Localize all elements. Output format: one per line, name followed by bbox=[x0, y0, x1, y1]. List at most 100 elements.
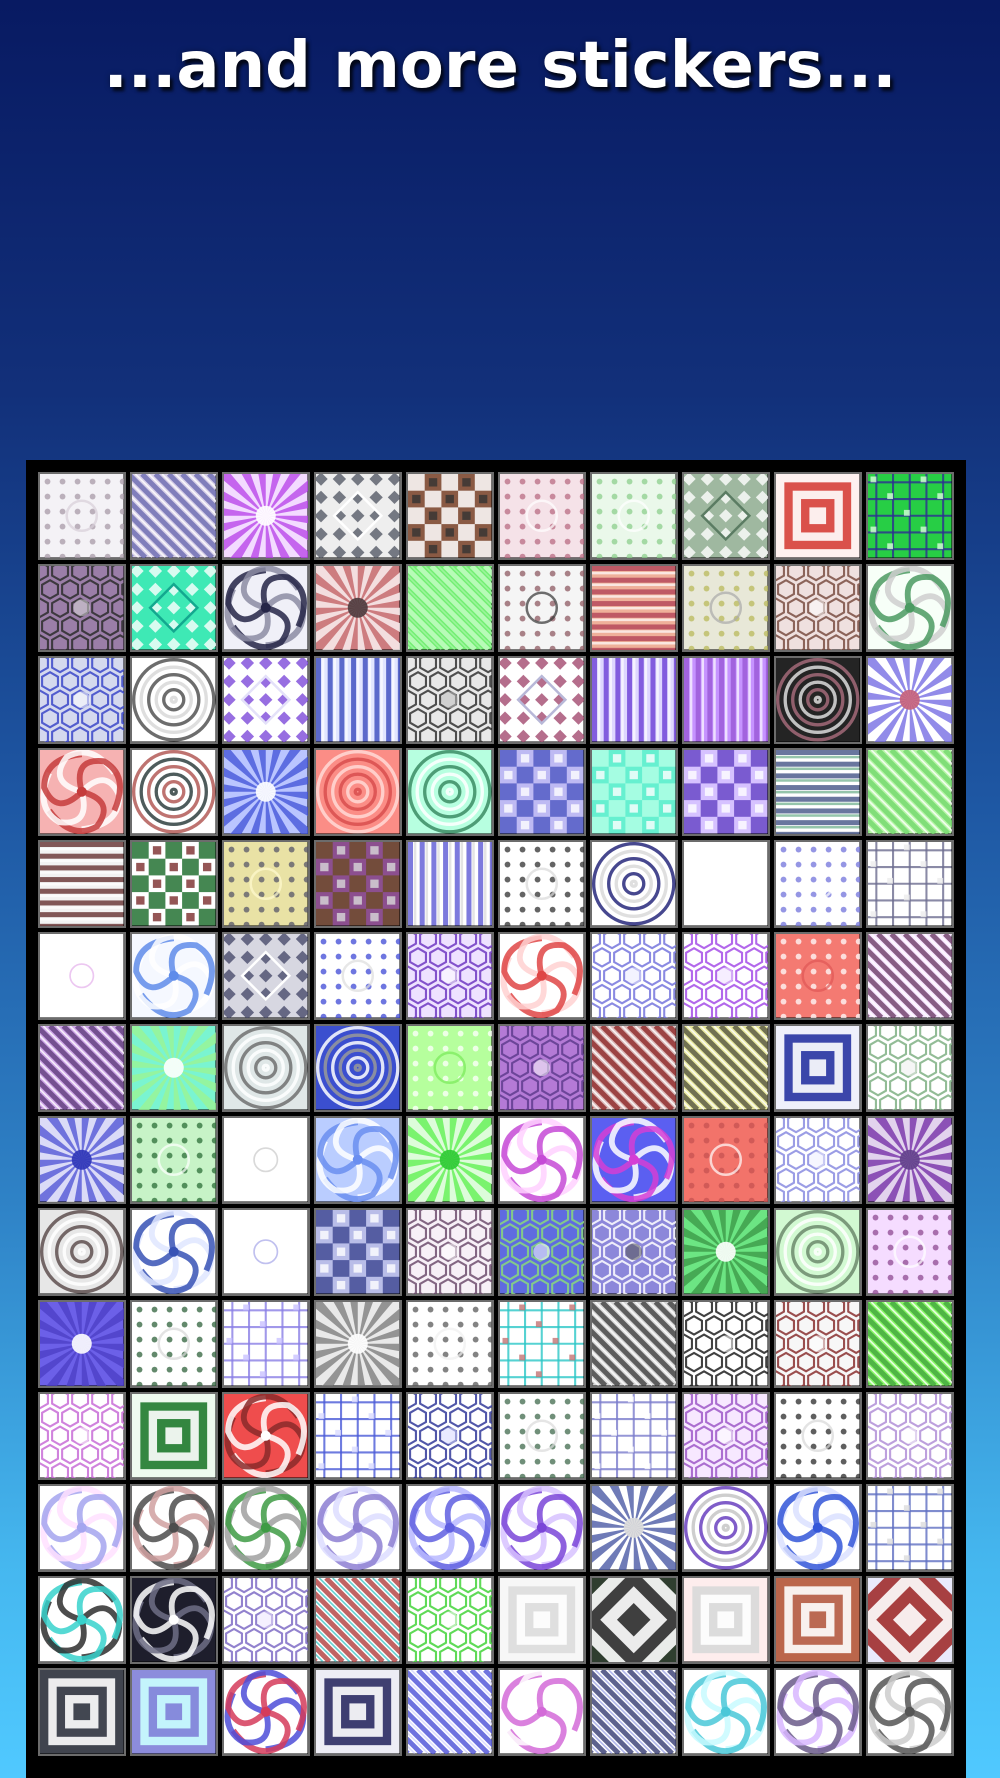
sticker-tile-134[interactable] bbox=[314, 1668, 402, 1756]
sticker-tile-73[interactable] bbox=[222, 1116, 310, 1204]
sticker-tile-67[interactable] bbox=[590, 1024, 678, 1112]
sticker-tile-127[interactable] bbox=[590, 1576, 678, 1664]
sticker-tile-59[interactable] bbox=[774, 932, 862, 1020]
sticker-tile-87[interactable] bbox=[590, 1208, 678, 1296]
sticker-tile-49[interactable] bbox=[774, 840, 862, 928]
sticker-tile-108[interactable] bbox=[682, 1392, 770, 1480]
sticker-tile-123[interactable] bbox=[222, 1576, 310, 1664]
sticker-tile-58[interactable] bbox=[682, 932, 770, 1020]
sticker-tile-126[interactable] bbox=[498, 1576, 586, 1664]
sticker-tile-7[interactable] bbox=[590, 472, 678, 560]
sticker-tile-46[interactable] bbox=[498, 840, 586, 928]
sticker-tile-3[interactable] bbox=[222, 472, 310, 560]
sticker-tile-81[interactable] bbox=[38, 1208, 126, 1296]
sticker-tile-15[interactable] bbox=[406, 564, 494, 652]
sticker-tile-30[interactable] bbox=[866, 656, 954, 744]
sticker-tile-105[interactable] bbox=[406, 1392, 494, 1480]
sticker-tile-62[interactable] bbox=[130, 1024, 218, 1112]
sticker-tile-64[interactable] bbox=[314, 1024, 402, 1112]
sticker-tile-139[interactable] bbox=[774, 1668, 862, 1756]
sticker-tile-113[interactable] bbox=[222, 1484, 310, 1572]
sticker-tile-35[interactable] bbox=[406, 748, 494, 836]
sticker-tile-6[interactable] bbox=[498, 472, 586, 560]
sticker-tile-69[interactable] bbox=[774, 1024, 862, 1112]
sticker-tile-83[interactable] bbox=[222, 1208, 310, 1296]
sticker-tile-89[interactable] bbox=[774, 1208, 862, 1296]
sticker-tile-94[interactable] bbox=[314, 1300, 402, 1388]
sticker-tile-116[interactable] bbox=[498, 1484, 586, 1572]
sticker-tile-88[interactable] bbox=[682, 1208, 770, 1296]
sticker-tile-140[interactable] bbox=[866, 1668, 954, 1756]
sticker-tile-24[interactable] bbox=[314, 656, 402, 744]
sticker-tile-5[interactable] bbox=[406, 472, 494, 560]
sticker-tile-57[interactable] bbox=[590, 932, 678, 1020]
sticker-tile-117[interactable] bbox=[590, 1484, 678, 1572]
sticker-tile-75[interactable] bbox=[406, 1116, 494, 1204]
sticker-tile-99[interactable] bbox=[774, 1300, 862, 1388]
sticker-tile-78[interactable] bbox=[682, 1116, 770, 1204]
sticker-tile-51[interactable] bbox=[38, 932, 126, 1020]
sticker-tile-130[interactable] bbox=[866, 1576, 954, 1664]
sticker-tile-27[interactable] bbox=[590, 656, 678, 744]
sticker-tile-29[interactable] bbox=[774, 656, 862, 744]
sticker-tile-20[interactable] bbox=[866, 564, 954, 652]
sticker-tile-66[interactable] bbox=[498, 1024, 586, 1112]
sticker-tile-97[interactable] bbox=[590, 1300, 678, 1388]
sticker-tile-9[interactable] bbox=[774, 472, 862, 560]
sticker-tile-14[interactable] bbox=[314, 564, 402, 652]
sticker-tile-106[interactable] bbox=[498, 1392, 586, 1480]
sticker-tile-17[interactable] bbox=[590, 564, 678, 652]
sticker-tile-41[interactable] bbox=[38, 840, 126, 928]
sticker-tile-45[interactable] bbox=[406, 840, 494, 928]
sticker-tile-102[interactable] bbox=[130, 1392, 218, 1480]
sticker-tile-50[interactable] bbox=[866, 840, 954, 928]
sticker-tile-77[interactable] bbox=[590, 1116, 678, 1204]
sticker-tile-136[interactable] bbox=[498, 1668, 586, 1756]
sticker-tile-11[interactable] bbox=[38, 564, 126, 652]
sticker-tile-8[interactable] bbox=[682, 472, 770, 560]
sticker-tile-137[interactable] bbox=[590, 1668, 678, 1756]
sticker-tile-124[interactable] bbox=[314, 1576, 402, 1664]
sticker-tile-71[interactable] bbox=[38, 1116, 126, 1204]
sticker-tile-2[interactable] bbox=[130, 472, 218, 560]
sticker-tile-131[interactable] bbox=[38, 1668, 126, 1756]
sticker-tile-114[interactable] bbox=[314, 1484, 402, 1572]
sticker-tile-115[interactable] bbox=[406, 1484, 494, 1572]
sticker-tile-61[interactable] bbox=[38, 1024, 126, 1112]
sticker-tile-112[interactable] bbox=[130, 1484, 218, 1572]
sticker-tile-56[interactable] bbox=[498, 932, 586, 1020]
sticker-tile-85[interactable] bbox=[406, 1208, 494, 1296]
sticker-tile-31[interactable] bbox=[38, 748, 126, 836]
sticker-tile-122[interactable] bbox=[130, 1576, 218, 1664]
sticker-tile-100[interactable] bbox=[866, 1300, 954, 1388]
sticker-tile-53[interactable] bbox=[222, 932, 310, 1020]
sticker-tile-79[interactable] bbox=[774, 1116, 862, 1204]
sticker-tile-101[interactable] bbox=[38, 1392, 126, 1480]
sticker-tile-21[interactable] bbox=[38, 656, 126, 744]
sticker-tile-28[interactable] bbox=[682, 656, 770, 744]
sticker-tile-96[interactable] bbox=[498, 1300, 586, 1388]
sticker-tile-120[interactable] bbox=[866, 1484, 954, 1572]
sticker-tile-68[interactable] bbox=[682, 1024, 770, 1112]
sticker-tile-60[interactable] bbox=[866, 932, 954, 1020]
sticker-tile-44[interactable] bbox=[314, 840, 402, 928]
sticker-tile-10[interactable] bbox=[866, 472, 954, 560]
sticker-tile-65[interactable] bbox=[406, 1024, 494, 1112]
sticker-tile-133[interactable] bbox=[222, 1668, 310, 1756]
sticker-tile-16[interactable] bbox=[498, 564, 586, 652]
sticker-tile-110[interactable] bbox=[866, 1392, 954, 1480]
sticker-tile-109[interactable] bbox=[774, 1392, 862, 1480]
sticker-tile-72[interactable] bbox=[130, 1116, 218, 1204]
sticker-tile-107[interactable] bbox=[590, 1392, 678, 1480]
sticker-tile-42[interactable] bbox=[130, 840, 218, 928]
sticker-tile-18[interactable] bbox=[682, 564, 770, 652]
sticker-tile-125[interactable] bbox=[406, 1576, 494, 1664]
sticker-tile-119[interactable] bbox=[774, 1484, 862, 1572]
sticker-tile-23[interactable] bbox=[222, 656, 310, 744]
sticker-tile-13[interactable] bbox=[222, 564, 310, 652]
sticker-tile-95[interactable] bbox=[406, 1300, 494, 1388]
sticker-tile-92[interactable] bbox=[130, 1300, 218, 1388]
sticker-tile-52[interactable] bbox=[130, 932, 218, 1020]
sticker-tile-37[interactable] bbox=[590, 748, 678, 836]
sticker-tile-70[interactable] bbox=[866, 1024, 954, 1112]
